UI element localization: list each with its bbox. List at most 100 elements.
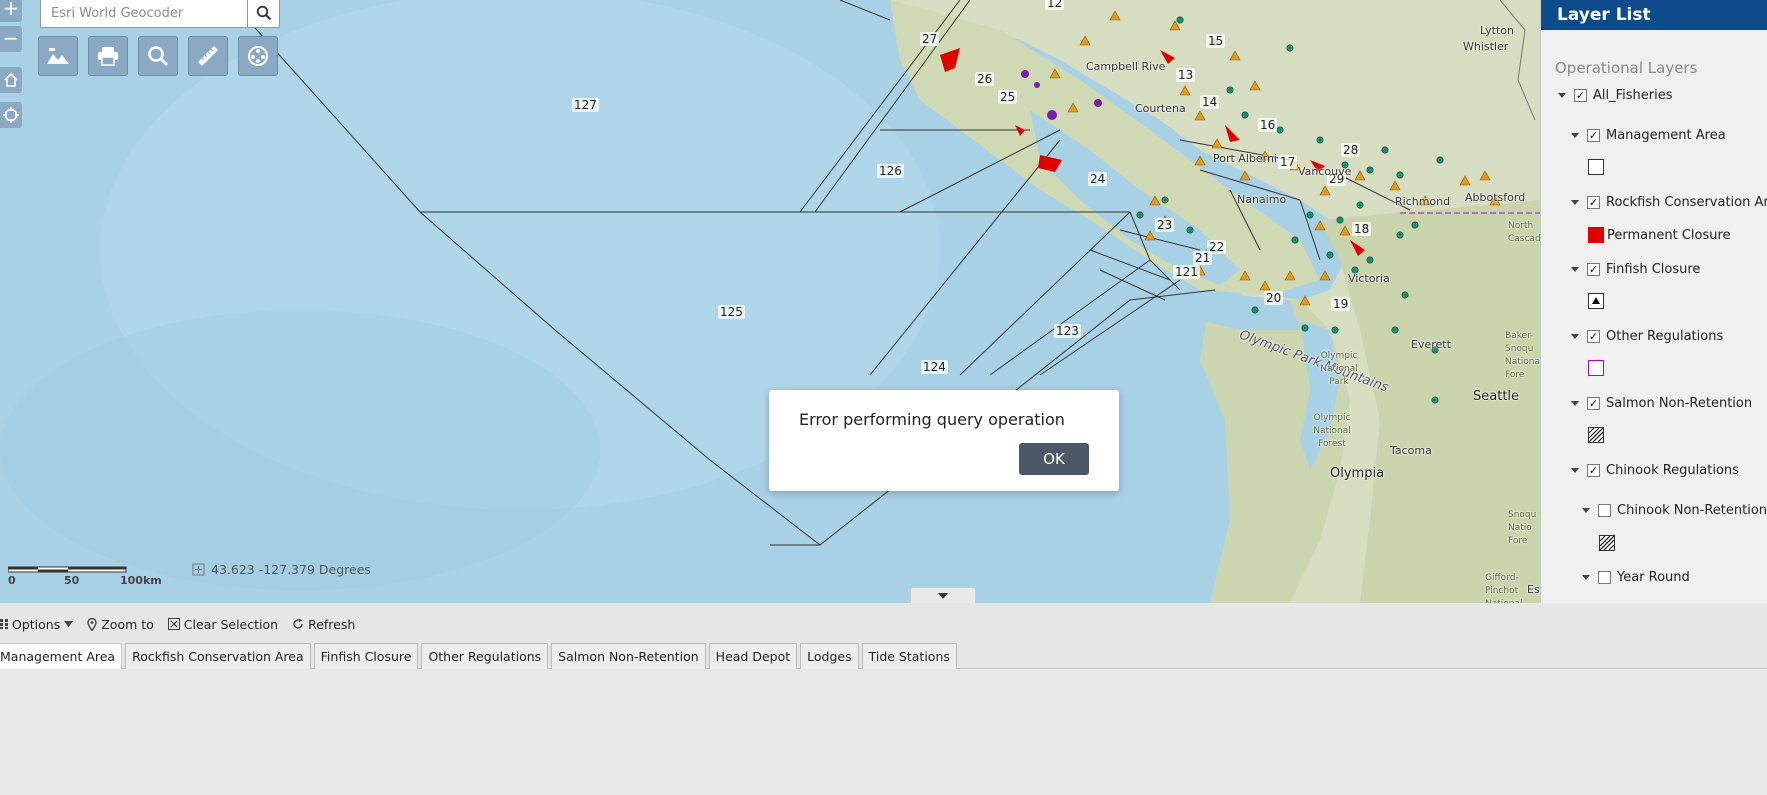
layer-chinook-non-retention[interactable]: Chinook Non-Retention [1582, 503, 1767, 518]
tab-other-regulations[interactable]: Other Regulations [421, 643, 549, 669]
layer-all-fisheries[interactable]: ✓ All_Fisheries [1558, 88, 1673, 103]
zoom-to-button[interactable]: Zoom to [87, 617, 154, 632]
place-label-vancouver: Vancouve [1298, 165, 1352, 178]
layer-checkbox[interactable]: ✓ [1587, 464, 1600, 477]
attribute-table-toolbar: Options Zoom to Clear Selection Refresh [0, 612, 1767, 636]
locate-button[interactable] [0, 102, 22, 128]
zone-label: 125 [718, 305, 745, 319]
query-button[interactable] [138, 36, 178, 76]
layer-label: Rockfish Conservation Area [1606, 195, 1767, 210]
zone-label: 21 [1193, 251, 1213, 265]
expand-caret-icon[interactable] [1582, 508, 1590, 513]
triangle-icon [1592, 297, 1600, 304]
place-label-courtenay: Courtena [1135, 102, 1186, 115]
map-view[interactable]: 127 126 125 124 123 121 22 21 20 19 18 2… [0, 0, 1540, 603]
attribute-table-body[interactable] [0, 669, 1767, 795]
layer-other-regulations[interactable]: ✓ Other Regulations [1571, 329, 1723, 344]
layer-management-area[interactable]: ✓ Management Area [1571, 128, 1726, 143]
layer-list-panel: Layer List Operational Layers ✓ All_Fish… [1540, 0, 1767, 603]
tab-rockfish-conservation-area[interactable]: Rockfish Conservation Area [125, 643, 311, 669]
map-canvas[interactable] [0, 0, 1540, 603]
refresh-button[interactable]: Refresh [292, 617, 355, 632]
home-icon [4, 72, 18, 87]
refresh-label: Refresh [308, 616, 356, 632]
place-label-campbell-river: Campbell Rive [1086, 60, 1166, 73]
layer-label: Chinook Non-Retention [1617, 503, 1767, 518]
error-dialog: Error performing query operation OK [769, 390, 1119, 491]
zoom-out-button[interactable]: − [0, 26, 22, 52]
expand-caret-icon[interactable] [1558, 93, 1566, 98]
zone-label: 13 [1176, 68, 1196, 82]
ok-button[interactable]: OK [1019, 443, 1089, 475]
chevron-down-icon [64, 621, 74, 627]
scale-label-0: 0 [8, 574, 16, 587]
attribute-table-toggle[interactable] [910, 587, 976, 603]
expand-caret-icon[interactable] [1571, 468, 1579, 473]
zone-label: 127 [572, 98, 599, 112]
tab-tide-stations[interactable]: Tide Stations [861, 643, 957, 669]
caret-down-icon [938, 592, 948, 599]
place-label-whistler: Whistler [1463, 40, 1509, 53]
expand-caret-icon[interactable] [1571, 133, 1579, 138]
zoom-in-label: + [2, 0, 20, 20]
layer-checkbox[interactable]: ✓ [1587, 263, 1600, 276]
basemap-button[interactable] [38, 36, 78, 76]
layer-salmon-non-retention[interactable]: ✓ Salmon Non-Retention [1571, 396, 1752, 411]
zone-label: 15 [1206, 34, 1226, 48]
zone-label: 121 [1173, 265, 1200, 279]
options-menu[interactable]: Options [0, 617, 74, 632]
layer-label: Other Regulations [1606, 329, 1724, 344]
place-label-lytton: Lytton [1480, 24, 1514, 37]
zoom-to-label: Zoom to [101, 616, 154, 632]
layer-rockfish-conservation-area[interactable]: ✓ Rockfish Conservation Area [1571, 195, 1767, 210]
tab-salmon-non-retention[interactable]: Salmon Non-Retention [551, 643, 706, 669]
zoom-out-label: − [2, 26, 20, 50]
tab-management-area[interactable]: Management Area [0, 643, 123, 669]
search-button[interactable] [247, 0, 279, 27]
expand-caret-icon[interactable] [1571, 401, 1579, 406]
clear-selection-button[interactable]: Clear Selection [167, 617, 278, 632]
tab-head-depot[interactable]: Head Depot [708, 643, 798, 669]
layer-finfish-closure[interactable]: ✓ Finfish Closure [1571, 262, 1700, 277]
layer-checkbox[interactable] [1598, 504, 1611, 517]
zone-label: 19 [1331, 297, 1351, 311]
layer-label: Salmon Non-Retention [1606, 396, 1753, 411]
media-button[interactable] [238, 36, 278, 76]
zone-label: 20 [1264, 291, 1284, 305]
place-label-north-cascades: North Cascade [1508, 221, 1540, 244]
layer-checkbox[interactable]: ✓ [1587, 330, 1600, 343]
layer-label: Management Area [1606, 128, 1726, 143]
expand-caret-icon[interactable] [1571, 334, 1579, 339]
layer-checkbox[interactable] [1598, 571, 1611, 584]
print-button[interactable] [88, 36, 128, 76]
print-icon [98, 47, 118, 66]
map-pin-icon [87, 617, 97, 631]
place-label-everett: Everett [1411, 338, 1451, 351]
tab-finfish-closure[interactable]: Finfish Closure [313, 643, 419, 669]
layer-year-round[interactable]: Year Round [1582, 570, 1690, 585]
layer-checkbox[interactable]: ✓ [1587, 129, 1600, 142]
layer-checkbox[interactable]: ✓ [1574, 89, 1587, 102]
zoom-in-button[interactable]: + [0, 0, 22, 22]
place-label-esri: Es [1527, 583, 1540, 596]
place-label-tacoma: Tacoma [1390, 444, 1432, 457]
place-label-olympic-np: Olympic National Park [1320, 351, 1358, 387]
tab-lodges[interactable]: Lodges [800, 643, 859, 669]
measure-button[interactable] [188, 36, 228, 76]
place-label-abbotsford: Abbotsford [1465, 191, 1526, 204]
search-input[interactable] [41, 0, 247, 27]
grid-icon [0, 619, 8, 629]
place-label-mt-baker: Baker-Snoqu National Fore [1505, 331, 1540, 380]
coordinate-icon[interactable] [192, 563, 205, 576]
expand-caret-icon[interactable] [1571, 267, 1579, 272]
legend-symbol-triangle [1588, 293, 1604, 309]
expand-caret-icon[interactable] [1571, 200, 1579, 205]
zone-label: 26 [975, 72, 995, 86]
layer-checkbox[interactable]: ✓ [1587, 196, 1600, 209]
layer-label: Chinook Regulations [1606, 463, 1739, 478]
expand-caret-icon[interactable] [1582, 575, 1590, 580]
home-button[interactable] [0, 67, 22, 93]
hatch-icon [1588, 427, 1604, 443]
layer-chinook-regulations[interactable]: ✓ Chinook Regulations [1571, 463, 1739, 478]
layer-checkbox[interactable]: ✓ [1587, 397, 1600, 410]
